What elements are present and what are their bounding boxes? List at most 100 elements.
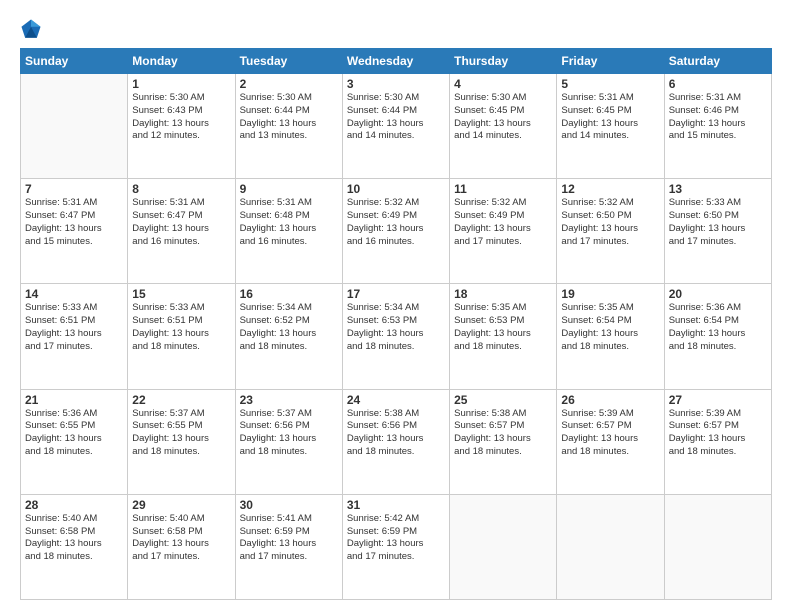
day-info: Sunrise: 5:34 AM Sunset: 6:53 PM Dayligh… (347, 302, 445, 353)
day-number: 6 (669, 77, 767, 91)
calendar-cell: 8Sunrise: 5:31 AM Sunset: 6:47 PM Daylig… (128, 179, 235, 284)
day-info: Sunrise: 5:33 AM Sunset: 6:51 PM Dayligh… (25, 302, 123, 353)
day-number: 31 (347, 498, 445, 512)
week-row-4: 21Sunrise: 5:36 AM Sunset: 6:55 PM Dayli… (21, 389, 772, 494)
day-number: 8 (132, 182, 230, 196)
calendar-cell: 20Sunrise: 5:36 AM Sunset: 6:54 PM Dayli… (664, 284, 771, 389)
day-info: Sunrise: 5:32 AM Sunset: 6:50 PM Dayligh… (561, 197, 659, 248)
day-info: Sunrise: 5:31 AM Sunset: 6:47 PM Dayligh… (132, 197, 230, 248)
calendar-cell (21, 74, 128, 179)
day-number: 22 (132, 393, 230, 407)
day-number: 29 (132, 498, 230, 512)
weekday-header-row: SundayMondayTuesdayWednesdayThursdayFrid… (21, 49, 772, 74)
weekday-header-saturday: Saturday (664, 49, 771, 74)
calendar-cell: 27Sunrise: 5:39 AM Sunset: 6:57 PM Dayli… (664, 389, 771, 494)
day-info: Sunrise: 5:42 AM Sunset: 6:59 PM Dayligh… (347, 513, 445, 564)
calendar-cell: 21Sunrise: 5:36 AM Sunset: 6:55 PM Dayli… (21, 389, 128, 494)
day-info: Sunrise: 5:31 AM Sunset: 6:45 PM Dayligh… (561, 92, 659, 143)
day-info: Sunrise: 5:33 AM Sunset: 6:50 PM Dayligh… (669, 197, 767, 248)
day-info: Sunrise: 5:33 AM Sunset: 6:51 PM Dayligh… (132, 302, 230, 353)
day-number: 17 (347, 287, 445, 301)
page: SundayMondayTuesdayWednesdayThursdayFrid… (0, 0, 792, 612)
week-row-3: 14Sunrise: 5:33 AM Sunset: 6:51 PM Dayli… (21, 284, 772, 389)
day-number: 28 (25, 498, 123, 512)
day-info: Sunrise: 5:30 AM Sunset: 6:44 PM Dayligh… (240, 92, 338, 143)
calendar-cell: 12Sunrise: 5:32 AM Sunset: 6:50 PM Dayli… (557, 179, 664, 284)
day-number: 20 (669, 287, 767, 301)
day-number: 19 (561, 287, 659, 301)
day-number: 4 (454, 77, 552, 91)
calendar-cell: 17Sunrise: 5:34 AM Sunset: 6:53 PM Dayli… (342, 284, 449, 389)
day-info: Sunrise: 5:38 AM Sunset: 6:56 PM Dayligh… (347, 408, 445, 459)
day-number: 13 (669, 182, 767, 196)
day-number: 10 (347, 182, 445, 196)
weekday-header-thursday: Thursday (450, 49, 557, 74)
day-info: Sunrise: 5:31 AM Sunset: 6:46 PM Dayligh… (669, 92, 767, 143)
day-number: 7 (25, 182, 123, 196)
day-info: Sunrise: 5:31 AM Sunset: 6:48 PM Dayligh… (240, 197, 338, 248)
calendar-cell: 29Sunrise: 5:40 AM Sunset: 6:58 PM Dayli… (128, 494, 235, 599)
calendar-cell: 30Sunrise: 5:41 AM Sunset: 6:59 PM Dayli… (235, 494, 342, 599)
day-info: Sunrise: 5:31 AM Sunset: 6:47 PM Dayligh… (25, 197, 123, 248)
calendar-cell: 13Sunrise: 5:33 AM Sunset: 6:50 PM Dayli… (664, 179, 771, 284)
calendar-cell: 10Sunrise: 5:32 AM Sunset: 6:49 PM Dayli… (342, 179, 449, 284)
calendar-cell: 9Sunrise: 5:31 AM Sunset: 6:48 PM Daylig… (235, 179, 342, 284)
calendar-cell: 24Sunrise: 5:38 AM Sunset: 6:56 PM Dayli… (342, 389, 449, 494)
day-info: Sunrise: 5:39 AM Sunset: 6:57 PM Dayligh… (561, 408, 659, 459)
calendar-cell: 16Sunrise: 5:34 AM Sunset: 6:52 PM Dayli… (235, 284, 342, 389)
day-number: 15 (132, 287, 230, 301)
calendar-cell: 7Sunrise: 5:31 AM Sunset: 6:47 PM Daylig… (21, 179, 128, 284)
calendar-table: SundayMondayTuesdayWednesdayThursdayFrid… (20, 48, 772, 600)
day-number: 3 (347, 77, 445, 91)
calendar-cell: 4Sunrise: 5:30 AM Sunset: 6:45 PM Daylig… (450, 74, 557, 179)
calendar-cell: 14Sunrise: 5:33 AM Sunset: 6:51 PM Dayli… (21, 284, 128, 389)
calendar-cell: 18Sunrise: 5:35 AM Sunset: 6:53 PM Dayli… (450, 284, 557, 389)
calendar-cell: 25Sunrise: 5:38 AM Sunset: 6:57 PM Dayli… (450, 389, 557, 494)
calendar-cell (557, 494, 664, 599)
day-number: 14 (25, 287, 123, 301)
day-info: Sunrise: 5:32 AM Sunset: 6:49 PM Dayligh… (454, 197, 552, 248)
header (20, 18, 772, 40)
logo-icon (20, 18, 42, 40)
calendar-cell: 26Sunrise: 5:39 AM Sunset: 6:57 PM Dayli… (557, 389, 664, 494)
calendar-cell: 1Sunrise: 5:30 AM Sunset: 6:43 PM Daylig… (128, 74, 235, 179)
calendar-cell: 2Sunrise: 5:30 AM Sunset: 6:44 PM Daylig… (235, 74, 342, 179)
week-row-1: 1Sunrise: 5:30 AM Sunset: 6:43 PM Daylig… (21, 74, 772, 179)
day-number: 24 (347, 393, 445, 407)
calendar-cell: 23Sunrise: 5:37 AM Sunset: 6:56 PM Dayli… (235, 389, 342, 494)
weekday-header-tuesday: Tuesday (235, 49, 342, 74)
weekday-header-friday: Friday (557, 49, 664, 74)
weekday-header-monday: Monday (128, 49, 235, 74)
day-info: Sunrise: 5:36 AM Sunset: 6:54 PM Dayligh… (669, 302, 767, 353)
day-number: 30 (240, 498, 338, 512)
calendar-cell (450, 494, 557, 599)
weekday-header-wednesday: Wednesday (342, 49, 449, 74)
calendar-cell: 22Sunrise: 5:37 AM Sunset: 6:55 PM Dayli… (128, 389, 235, 494)
day-number: 12 (561, 182, 659, 196)
calendar-cell: 5Sunrise: 5:31 AM Sunset: 6:45 PM Daylig… (557, 74, 664, 179)
day-info: Sunrise: 5:30 AM Sunset: 6:43 PM Dayligh… (132, 92, 230, 143)
day-number: 5 (561, 77, 659, 91)
day-info: Sunrise: 5:30 AM Sunset: 6:45 PM Dayligh… (454, 92, 552, 143)
week-row-5: 28Sunrise: 5:40 AM Sunset: 6:58 PM Dayli… (21, 494, 772, 599)
day-info: Sunrise: 5:37 AM Sunset: 6:56 PM Dayligh… (240, 408, 338, 459)
day-number: 21 (25, 393, 123, 407)
day-info: Sunrise: 5:39 AM Sunset: 6:57 PM Dayligh… (669, 408, 767, 459)
day-number: 27 (669, 393, 767, 407)
day-number: 26 (561, 393, 659, 407)
calendar-cell: 11Sunrise: 5:32 AM Sunset: 6:49 PM Dayli… (450, 179, 557, 284)
day-number: 9 (240, 182, 338, 196)
calendar-cell: 31Sunrise: 5:42 AM Sunset: 6:59 PM Dayli… (342, 494, 449, 599)
day-info: Sunrise: 5:30 AM Sunset: 6:44 PM Dayligh… (347, 92, 445, 143)
day-number: 2 (240, 77, 338, 91)
logo (20, 18, 46, 40)
calendar-cell (664, 494, 771, 599)
week-row-2: 7Sunrise: 5:31 AM Sunset: 6:47 PM Daylig… (21, 179, 772, 284)
day-info: Sunrise: 5:36 AM Sunset: 6:55 PM Dayligh… (25, 408, 123, 459)
day-info: Sunrise: 5:41 AM Sunset: 6:59 PM Dayligh… (240, 513, 338, 564)
day-info: Sunrise: 5:37 AM Sunset: 6:55 PM Dayligh… (132, 408, 230, 459)
day-number: 25 (454, 393, 552, 407)
day-number: 16 (240, 287, 338, 301)
day-info: Sunrise: 5:40 AM Sunset: 6:58 PM Dayligh… (25, 513, 123, 564)
day-number: 18 (454, 287, 552, 301)
